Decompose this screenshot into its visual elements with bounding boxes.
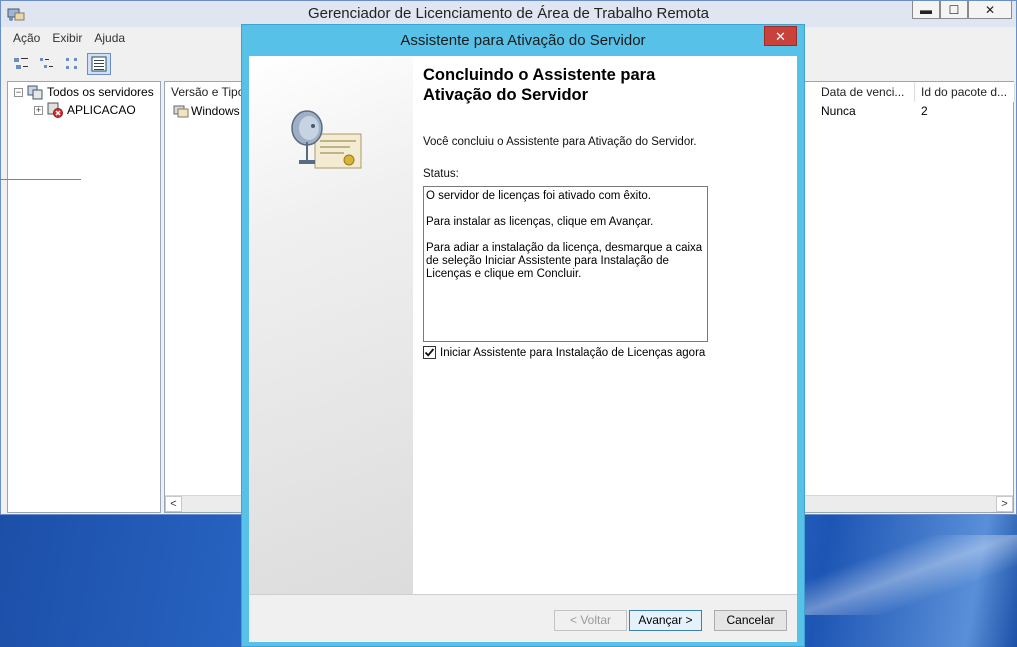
tree-child-label: APLICACAO <box>67 103 136 117</box>
wizard-heading-line-1: Concluindo o Assistente para <box>423 66 656 84</box>
column-header-package-id[interactable]: Id do pacote d... <box>915 82 1015 102</box>
dialog-body: Concluindo o Assistente para Ativação do… <box>249 56 797 642</box>
menu-acao[interactable]: Ação <box>7 28 46 48</box>
wizard-intro-text: Você concluiu o Assistente para Ativação… <box>423 136 697 148</box>
menu-exibir[interactable]: Exibir <box>46 28 88 48</box>
status-line-1: O servidor de licenças foi ativado com ê… <box>426 190 651 202</box>
small-icons-icon <box>40 58 53 68</box>
status-line-3: Para adiar a instalação da licença, desm… <box>426 242 703 280</box>
view-large-icons-button[interactable] <box>9 53 33 75</box>
column-header-expiration[interactable]: Data de venci... <box>815 82 915 102</box>
start-license-wizard-option[interactable]: Iniciar Assistente para Instalação de Li… <box>423 346 705 359</box>
minimize-button[interactable]: ▬ <box>912 1 940 19</box>
large-icons-icon <box>14 58 28 69</box>
satellite-certificate-icon <box>291 110 362 169</box>
activation-wizard-dialog: Assistente para Ativação do Servidor ✕ C… <box>241 24 805 647</box>
tree-root-label: Todos os servidores <box>47 85 154 99</box>
toolbar <box>9 53 111 77</box>
checkbox-label: Iniciar Assistente para Instalação de Li… <box>440 346 706 359</box>
license-pack-icon <box>173 105 189 118</box>
start-license-wizard-checkbox[interactable] <box>423 346 436 359</box>
server-tree[interactable]: − Todos os servidores + APLICACAO <box>7 81 161 513</box>
servers-group-icon <box>27 85 43 100</box>
wizard-footer: < Voltar Avançar > Cancelar <box>249 595 797 642</box>
back-button[interactable]: < Voltar <box>554 610 627 631</box>
cancel-button[interactable]: Cancelar <box>714 610 787 631</box>
cell-expiration: Nunca <box>821 104 856 118</box>
scroll-right-arrow[interactable]: > <box>996 496 1013 512</box>
wizard-heading-line-2: Ativação do Servidor <box>423 86 589 104</box>
cell-package-id: 2 <box>921 104 928 118</box>
dialog-title: Assistente para Ativação do Servidor <box>400 32 646 49</box>
view-small-icons-button[interactable] <box>35 53 59 75</box>
view-list-button[interactable] <box>61 53 85 75</box>
checkmark-icon <box>424 348 435 357</box>
wizard-side-panel <box>249 56 413 594</box>
column-header-version[interactable]: Versão e Tipo <box>165 82 243 102</box>
status-textbox[interactable]: O servidor de licenças foi ativado com ê… <box>423 186 708 342</box>
tree-item-all-servers[interactable]: − Todos os servidores <box>14 84 154 100</box>
details-view-icon <box>91 56 107 72</box>
server-error-icon <box>47 102 63 118</box>
view-details-button[interactable] <box>87 53 111 75</box>
status-line-2: Para instalar as licenças, clique em Ava… <box>426 216 654 228</box>
wizard-heading: Concluindo o Assistente para Ativação do… <box>423 65 743 105</box>
desktop-divider-line <box>0 179 81 180</box>
dialog-close-button[interactable]: ✕ <box>764 26 797 46</box>
list-view-icon <box>66 58 77 69</box>
status-label: Status: <box>423 168 459 180</box>
desktop-light-streak <box>797 535 1017 615</box>
next-button[interactable]: Avançar > <box>629 610 702 631</box>
menu-ajuda[interactable]: Ajuda <box>88 28 131 48</box>
expand-toggle[interactable]: + <box>34 105 43 115</box>
close-window-button[interactable]: ✕ <box>968 1 1012 19</box>
collapse-toggle[interactable]: − <box>14 87 23 97</box>
main-window-title: Gerenciador de Licenciamento de Área de … <box>307 5 710 22</box>
scroll-left-arrow[interactable]: < <box>165 496 182 512</box>
maximize-button[interactable]: ☐ <box>940 1 968 19</box>
tree-item-aplicacao[interactable]: + APLICACAO <box>34 102 136 118</box>
